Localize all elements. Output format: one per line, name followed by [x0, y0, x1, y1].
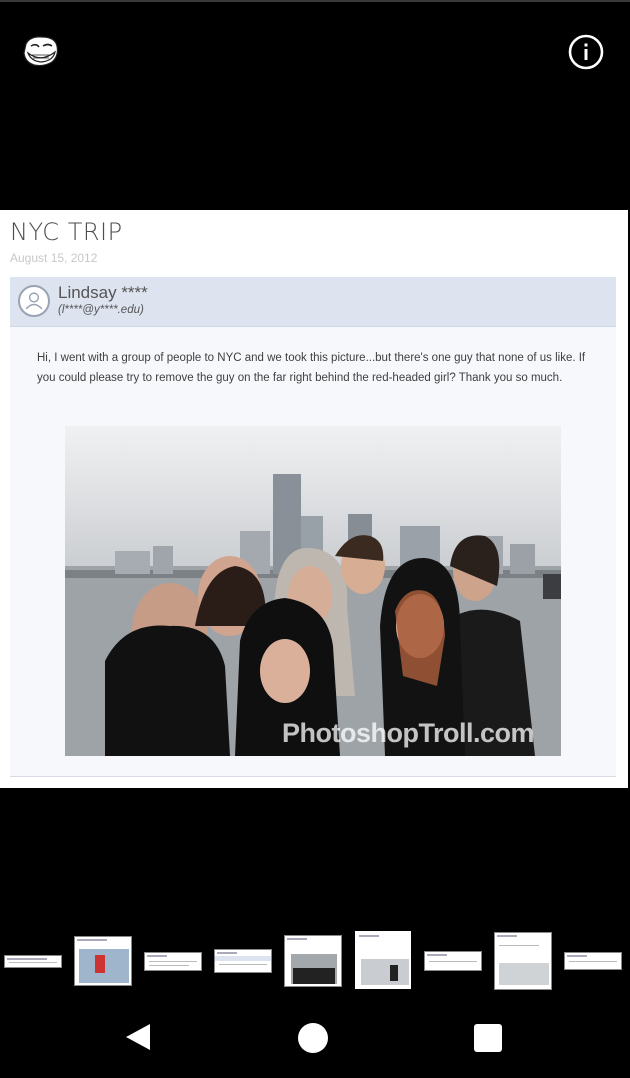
- thumbnail[interactable]: [4, 955, 62, 968]
- thumbnail-strip: [0, 930, 630, 992]
- group-photo-image: [65, 426, 561, 756]
- post-title: NYC TRIP: [10, 218, 123, 246]
- message-text: Hi, I went with a group of people to NYC…: [37, 352, 586, 384]
- info-icon[interactable]: [567, 33, 605, 71]
- top-app-bar: [0, 0, 630, 210]
- troll-face-icon[interactable]: [22, 34, 60, 68]
- status-divider: [0, 0, 630, 2]
- thumbnail[interactable]: [74, 936, 132, 986]
- photo-watermark: PhotoshopTroll.com: [282, 718, 535, 748]
- card-divider: [10, 776, 616, 777]
- thumbnail[interactable]: [284, 935, 342, 987]
- thumbnail[interactable]: [494, 932, 552, 990]
- thumbnail[interactable]: [355, 931, 411, 989]
- sender-email: (l****@y****.edu): [58, 304, 144, 316]
- thumbnail[interactable]: [424, 951, 482, 971]
- message-card: Lindsay **** (l****@y****.edu) Hi, I wen…: [10, 277, 616, 777]
- thumbnail[interactable]: [144, 952, 202, 971]
- thumbnail[interactable]: [214, 949, 272, 973]
- thumbnail[interactable]: [564, 952, 622, 970]
- nav-recents-icon[interactable]: [474, 1024, 502, 1052]
- message-header: Lindsay **** (l****@y****.edu): [10, 277, 616, 327]
- group-photo: PhotoshopTroll.com: [65, 426, 561, 756]
- sender-name: Lindsay ****: [58, 283, 148, 302]
- post-date: August 15, 2012: [10, 251, 98, 265]
- post-screenshot[interactable]: NYC TRIP August 15, 2012 Lindsay **** (l…: [0, 210, 628, 788]
- nav-back-icon[interactable]: [124, 1022, 152, 1052]
- avatar-icon: [18, 285, 50, 317]
- nav-home-icon[interactable]: [298, 1023, 328, 1053]
